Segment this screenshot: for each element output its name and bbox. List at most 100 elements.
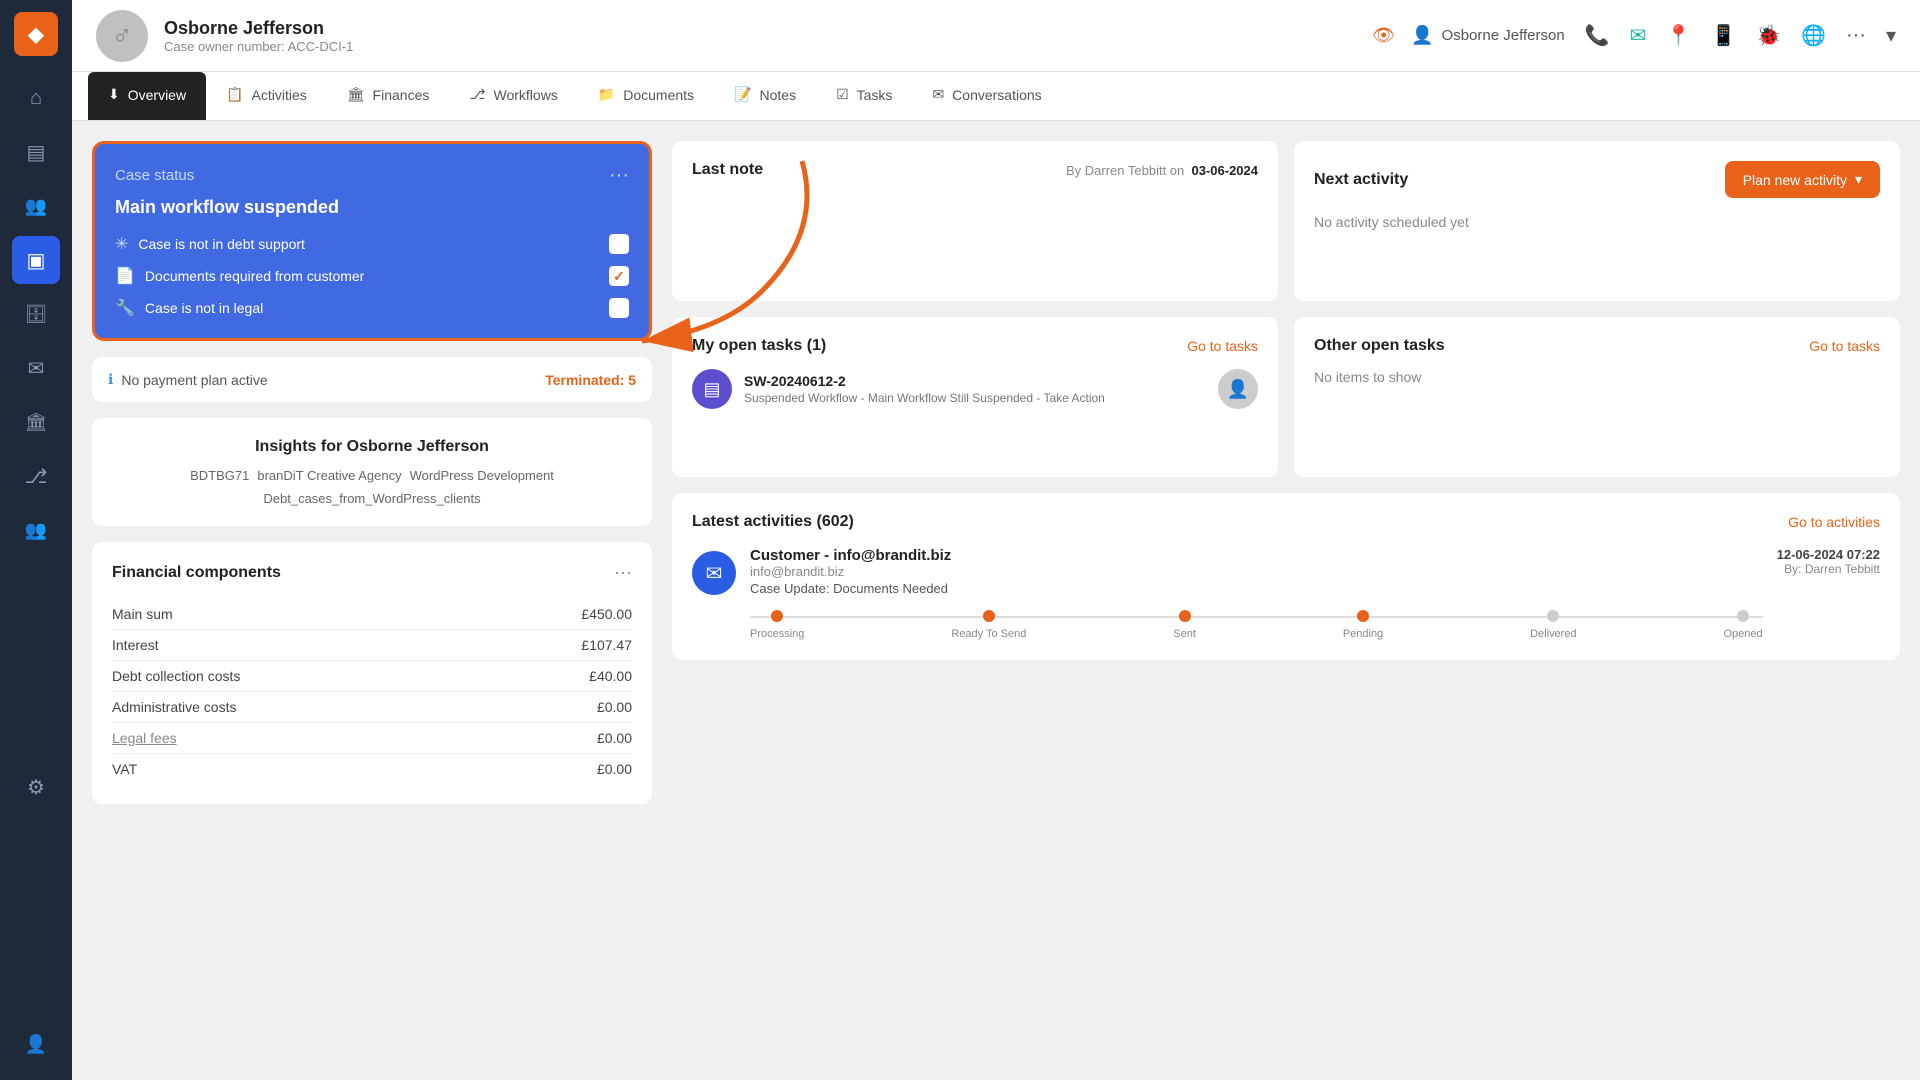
financial-row-4: Legal fees £0.00	[112, 723, 632, 754]
sidebar-item-database[interactable]: 🗄	[12, 290, 60, 338]
case-status-menu-icon[interactable]: ···	[609, 164, 629, 187]
topbar-user-icon: 👤	[1411, 25, 1433, 46]
tasks-row: My open tasks (1) Go to tasks ▤ SW-20240…	[672, 317, 1900, 477]
sidebar-item-home[interactable]: ⌂	[12, 74, 60, 122]
topbar-mail-icon[interactable]: ✉	[1630, 23, 1647, 48]
sidebar-item-records[interactable]: ▣	[12, 236, 60, 284]
sidebar-item-bank[interactable]: 🏛	[12, 398, 60, 446]
other-tasks-title: Other open tasks	[1314, 337, 1445, 355]
tab-finances[interactable]: 🏛 Finances	[327, 72, 450, 120]
terminated-label[interactable]: Terminated: 5	[545, 372, 636, 388]
dropdown-icon[interactable]: ▾	[1886, 23, 1896, 48]
case-status-checkbox-1[interactable]	[609, 266, 629, 286]
sidebar-item-mail[interactable]: ✉	[12, 344, 60, 392]
financial-label-0: Main sum	[112, 606, 173, 622]
finances-tab-label: Finances	[373, 87, 430, 103]
right-top-row: Last note By Darren Tebbitt on 03-06-202…	[672, 141, 1900, 301]
cases-icon: ▤	[27, 140, 46, 165]
insights-tag-2[interactable]: WordPress Development	[410, 468, 554, 483]
activity-email: info@brandit.biz	[750, 564, 1763, 579]
eye-icon[interactable]: 👁	[1372, 25, 1395, 46]
user-avatar-icon: 👤	[25, 1034, 47, 1055]
case-name: Osborne Jefferson	[164, 18, 1352, 39]
timeline-steps: Processing Ready To Send Sent	[750, 610, 1763, 640]
financial-value-4: £0.00	[597, 730, 632, 746]
tab-activities[interactable]: 📋 Activities	[206, 72, 327, 120]
sidebar-item-cases[interactable]: ▤	[12, 128, 60, 176]
financial-value-2: £40.00	[589, 668, 632, 684]
sidebar-item-team[interactable]: 👥	[12, 506, 60, 554]
conversations-tab-icon: ✉	[932, 86, 944, 103]
mobile-icon[interactable]: 📱	[1711, 23, 1736, 48]
legal-fees-link[interactable]: Legal fees	[112, 730, 177, 746]
documents-tab-icon: 📁	[598, 86, 615, 103]
tab-conversations[interactable]: ✉ Conversations	[912, 72, 1061, 120]
task-id: SW-20240612-2	[744, 373, 1105, 389]
timeline-step-3: Pending	[1343, 610, 1383, 640]
bank-icon: 🏛	[25, 412, 48, 433]
insights-tag-1[interactable]: branDiT Creative Agency	[257, 468, 401, 483]
sidebar-item-branch[interactable]: ⎇	[12, 452, 60, 500]
workflows-tab-icon: ⎇	[469, 86, 485, 103]
right-panel: Last note By Darren Tebbitt on 03-06-202…	[672, 141, 1900, 1060]
go-to-activities-link[interactable]: Go to activities	[1788, 514, 1880, 530]
activity-item: ✉ Customer - info@brandit.biz info@brand…	[692, 547, 1880, 640]
financial-label-5: VAT	[112, 761, 137, 777]
timeline-dot-4	[1547, 610, 1559, 622]
case-status-card: Case status ··· Main workflow suspended …	[92, 141, 652, 341]
no-activity-text: No activity scheduled yet	[1314, 214, 1880, 230]
logo-icon: ◆	[28, 22, 43, 47]
globe-icon[interactable]: 🌐	[1801, 23, 1826, 48]
task-icon: ▤	[692, 369, 732, 409]
sidebar-item-settings[interactable]: ⚙	[12, 763, 60, 811]
app-logo[interactable]: ◆	[14, 12, 58, 56]
financial-label-3: Administrative costs	[112, 699, 236, 715]
timeline-dot-2	[1179, 610, 1191, 622]
tab-workflows[interactable]: ⎇ Workflows	[449, 72, 577, 120]
tab-documents[interactable]: 📁 Documents	[578, 72, 714, 120]
sidebar-item-user-avatar[interactable]: 👤	[12, 1020, 60, 1068]
timeline-label-5: Opened	[1723, 628, 1762, 640]
insights-card: Insights for Osborne Jefferson BDTBG71 b…	[92, 418, 652, 526]
timeline-dot-3	[1357, 610, 1369, 622]
topbar-right: 👤 Osborne Jefferson 📞 ✉ 📍 📱 🐞 🌐 ··· ▾	[1411, 23, 1896, 48]
info-icon: ℹ	[108, 371, 113, 388]
case-status-checkbox-2[interactable]	[609, 298, 629, 318]
database-icon: 🗄	[25, 304, 48, 325]
timeline-step-0: Processing	[750, 610, 804, 640]
tasks-tab-label: Tasks	[857, 87, 893, 103]
topbar: ♂ Osborne Jefferson Case owner number: A…	[72, 0, 1920, 72]
plan-btn-label: Plan new activity	[1743, 172, 1847, 188]
tab-tasks[interactable]: ☑ Tasks	[816, 72, 912, 120]
other-go-to-tasks-link[interactable]: Go to tasks	[1809, 338, 1880, 354]
phone-icon[interactable]: 📞	[1585, 23, 1610, 48]
other-open-tasks-card: Other open tasks Go to tasks No items to…	[1294, 317, 1900, 477]
sidebar-item-people[interactable]: 👥	[12, 182, 60, 230]
timeline-dot-0	[771, 610, 783, 622]
location-icon[interactable]: 📍	[1666, 23, 1691, 48]
more-icon[interactable]: ···	[1846, 24, 1866, 47]
latest-activities-title: Latest activities (602)	[692, 513, 854, 531]
case-avatar: ♂	[96, 10, 148, 62]
case-status-checkbox-0[interactable]	[609, 234, 629, 254]
documents-required-icon: 📄	[115, 266, 135, 286]
go-to-tasks-link[interactable]: Go to tasks	[1187, 338, 1258, 354]
legal-icon: 🔧	[115, 298, 135, 318]
tab-overview[interactable]: ⬇ Overview	[88, 72, 206, 120]
last-note-card: Last note By Darren Tebbitt on 03-06-202…	[672, 141, 1278, 301]
financial-card: Financial components ··· Main sum £450.0…	[92, 542, 652, 804]
left-panel: Case status ··· Main workflow suspended …	[92, 141, 652, 1060]
financial-dots-icon[interactable]: ···	[614, 562, 632, 583]
tab-notes[interactable]: 📝 Notes	[714, 72, 816, 120]
bug-icon[interactable]: 🐞	[1756, 23, 1781, 48]
activity-mail-icon: ✉	[692, 551, 736, 595]
insights-tag-3[interactable]: Debt_cases_from_WordPress_clients	[263, 491, 480, 506]
case-status-item-1: 📄 Documents required from customer	[115, 266, 629, 286]
activity-title: Customer - info@brandit.biz	[750, 547, 1763, 564]
timeline-dot-1	[983, 610, 995, 622]
plan-new-activity-button[interactable]: Plan new activity ▾	[1725, 161, 1880, 198]
timeline-step-1: Ready To Send	[951, 610, 1026, 640]
task-item: ▤ SW-20240612-2 Suspended Workflow - Mai…	[692, 369, 1258, 409]
insights-tag-0[interactable]: BDTBG71	[190, 468, 249, 483]
timeline-step-2: Sent	[1173, 610, 1196, 640]
